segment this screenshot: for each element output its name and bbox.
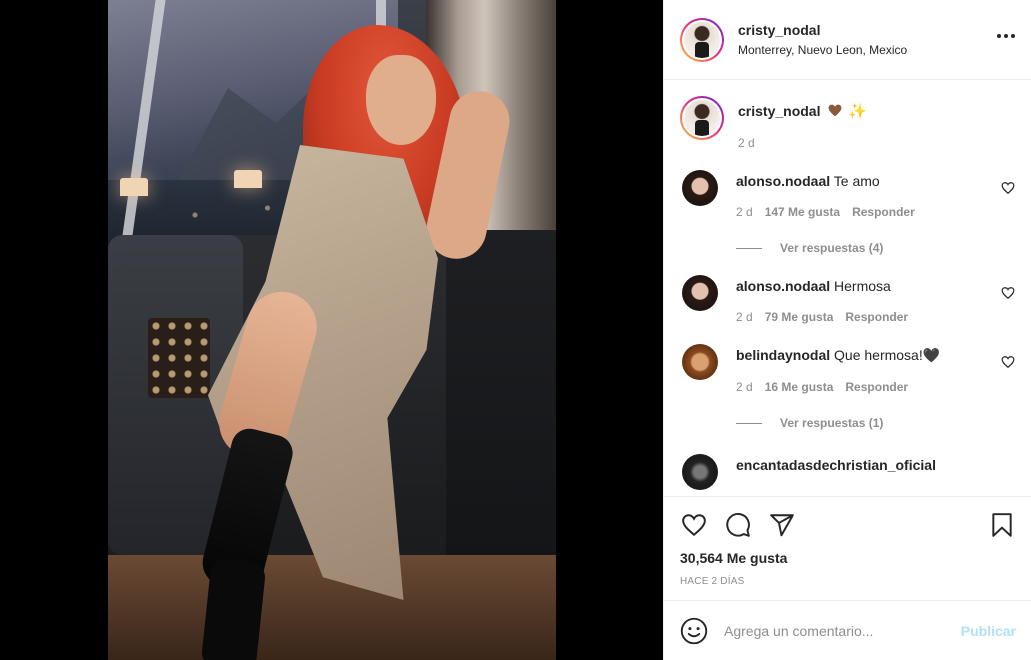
post-actions: 30,564 Me gusta HACE 2 DÍAS bbox=[664, 496, 1031, 600]
reply-button[interactable]: Responder bbox=[845, 310, 908, 324]
header-text: cristy_nodal Monterrey, Nuevo Leon, Mexi… bbox=[738, 22, 907, 57]
comment-time[interactable]: 2 d bbox=[736, 380, 753, 394]
comment-text: Te amo bbox=[833, 173, 880, 189]
emoji-smiley-icon[interactable] bbox=[680, 617, 708, 645]
comment-item: alonso.nodaal Hermosa 2 d 79 Me gusta Re… bbox=[680, 275, 1015, 324]
commenter-avatar[interactable] bbox=[682, 275, 718, 311]
commenter-avatar[interactable] bbox=[682, 454, 718, 490]
sparkles-icon: ✨ bbox=[848, 103, 867, 120]
caption-username[interactable]: cristy_nodal bbox=[738, 103, 820, 119]
dot bbox=[1004, 34, 1008, 38]
comment-body: encantadasdechristian_oficial bbox=[736, 454, 1015, 490]
lamp-left bbox=[120, 178, 148, 196]
likes-count[interactable]: 30,564 Me gusta bbox=[680, 550, 1016, 566]
comment-text: Que hermosa!🖤 bbox=[834, 347, 941, 363]
commenter-username[interactable]: belindaynodal bbox=[736, 347, 830, 363]
handbag bbox=[148, 318, 210, 398]
avatar-inner bbox=[682, 98, 722, 138]
view-replies-button[interactable]: Ver respuestas (1) bbox=[736, 416, 1015, 430]
comment-bubble-icon[interactable] bbox=[724, 511, 752, 539]
post-time-ago[interactable]: HACE 2 DÍAS bbox=[680, 576, 1016, 587]
couch-arm-right bbox=[446, 230, 556, 560]
comment-text-line: encantadasdechristian_oficial bbox=[736, 457, 989, 473]
caption-text-block: cristy_nodal ✨ 2 d bbox=[738, 102, 867, 150]
commenter-avatar[interactable] bbox=[682, 344, 718, 380]
replies-divider bbox=[736, 247, 762, 249]
comment-actions: 2 d 16 Me gusta Responder bbox=[736, 380, 989, 394]
comment-item: encantadasdechristian_oficial bbox=[680, 454, 1015, 490]
post-panel: cristy_nodal Monterrey, Nuevo Leon, Mexi… bbox=[663, 0, 1031, 660]
lamp-right bbox=[234, 170, 262, 188]
comment-text-line: alonso.nodaal Hermosa bbox=[736, 278, 989, 294]
comment-text-line: alonso.nodaal Te amo bbox=[736, 173, 989, 189]
caption-avatar[interactable] bbox=[680, 96, 724, 140]
bookmark-save-icon[interactable] bbox=[988, 511, 1016, 539]
comment-item: alonso.nodaal Te amo 2 d 147 Me gusta Re… bbox=[680, 170, 1015, 219]
comment-input[interactable] bbox=[724, 622, 953, 639]
post-caption: cristy_nodal ✨ 2 d bbox=[680, 96, 1015, 150]
post-location[interactable]: Monterrey, Nuevo Leon, Mexico bbox=[738, 43, 907, 57]
reply-button[interactable]: Responder bbox=[852, 205, 915, 219]
post-photo[interactable] bbox=[108, 0, 556, 660]
action-icons-row bbox=[680, 511, 1016, 539]
avatar-image bbox=[684, 100, 720, 136]
commenter-username[interactable]: alonso.nodaal bbox=[736, 278, 830, 294]
comment-text: Hermosa bbox=[834, 278, 891, 294]
like-heart-icon[interactable] bbox=[680, 511, 708, 539]
comment-likes[interactable]: 79 Me gusta bbox=[765, 310, 834, 324]
comment-likes[interactable]: 16 Me gusta bbox=[765, 380, 834, 394]
reply-button[interactable]: Responder bbox=[845, 380, 908, 394]
author-avatar[interactable] bbox=[680, 17, 724, 62]
comments-list[interactable]: cristy_nodal ✨ 2 d alonso.nodaal Te amo … bbox=[664, 80, 1031, 496]
dot bbox=[1011, 34, 1015, 38]
commenter-username[interactable]: encantadasdechristian_oficial bbox=[736, 457, 936, 473]
view-replies-button[interactable]: Ver respuestas (4) bbox=[736, 241, 1015, 255]
avatar-inner bbox=[682, 19, 722, 60]
comment-body: alonso.nodaal Te amo 2 d 147 Me gusta Re… bbox=[736, 170, 1015, 219]
more-options-icon[interactable] bbox=[997, 34, 1015, 38]
comment-actions: 2 d 79 Me gusta Responder bbox=[736, 310, 989, 324]
post-header: cristy_nodal Monterrey, Nuevo Leon, Mexi… bbox=[664, 0, 1031, 80]
comment-actions: 2 d 147 Me gusta Responder bbox=[736, 205, 989, 219]
heart-outline-icon[interactable] bbox=[1001, 181, 1015, 195]
boot-lower bbox=[200, 557, 267, 660]
replies-divider bbox=[736, 422, 762, 424]
avatar-image bbox=[684, 21, 720, 58]
caption-line: cristy_nodal ✨ bbox=[738, 102, 867, 120]
brown-heart-icon bbox=[828, 104, 842, 117]
comment-body: belindaynodal Que hermosa!🖤 2 d 16 Me gu… bbox=[736, 344, 1015, 394]
heart-outline-icon[interactable] bbox=[1001, 355, 1015, 369]
view-replies-label: Ver respuestas (4) bbox=[780, 241, 884, 255]
view-replies-label: Ver respuestas (1) bbox=[780, 416, 884, 430]
commenter-username[interactable]: alonso.nodaal bbox=[736, 173, 830, 189]
post-media[interactable] bbox=[0, 0, 663, 660]
comment-time[interactable]: 2 d bbox=[736, 310, 753, 324]
caption-time[interactable]: 2 d bbox=[738, 136, 867, 150]
comment-likes[interactable]: 147 Me gusta bbox=[765, 205, 840, 219]
commenter-avatar[interactable] bbox=[682, 170, 718, 206]
heart-outline-icon[interactable] bbox=[1001, 286, 1015, 300]
dot bbox=[997, 34, 1001, 38]
add-comment-bar: Publicar bbox=[664, 600, 1031, 660]
face bbox=[366, 55, 436, 145]
publish-button[interactable]: Publicar bbox=[961, 623, 1016, 639]
author-username[interactable]: cristy_nodal bbox=[738, 22, 907, 38]
share-send-icon[interactable] bbox=[768, 511, 796, 539]
comment-item: belindaynodal Que hermosa!🖤 2 d 16 Me gu… bbox=[680, 344, 1015, 394]
comment-text-line: belindaynodal Que hermosa!🖤 bbox=[736, 347, 989, 364]
comment-time[interactable]: 2 d bbox=[736, 205, 753, 219]
comment-body: alonso.nodaal Hermosa 2 d 79 Me gusta Re… bbox=[736, 275, 1015, 324]
